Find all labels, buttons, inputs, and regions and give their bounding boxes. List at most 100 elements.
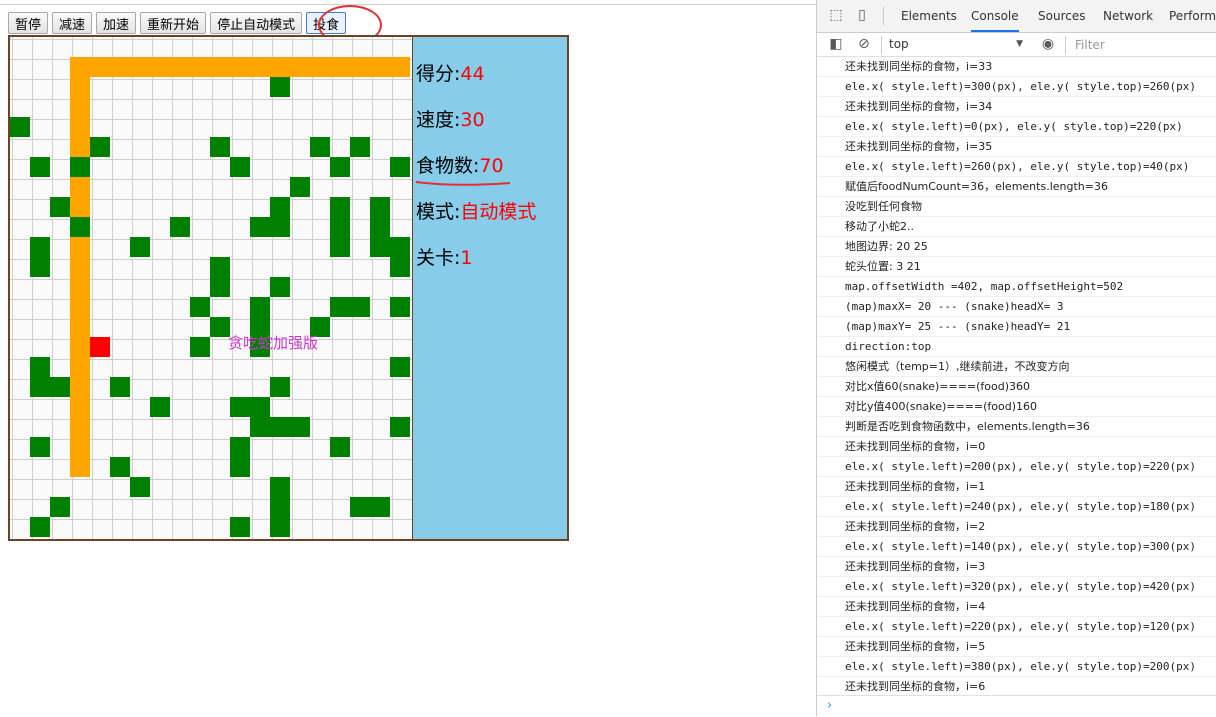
page-top-border — [0, 4, 816, 5]
feed-button[interactable]: 投食 — [306, 12, 347, 34]
food-count-value: 70 — [479, 155, 504, 177]
food-block — [50, 197, 70, 217]
food-block — [270, 197, 290, 217]
console-log-entry: ele.x( style.left)=200(px), ele.y( style… — [817, 457, 1216, 477]
snake-body-segment — [70, 337, 90, 357]
food-block — [250, 417, 270, 437]
console-log-entry: 还未找到同坐标的食物，i=35 — [817, 137, 1216, 157]
snake-body-segment — [150, 57, 170, 77]
console-log-entry: ele.x( style.left)=240(px), ele.y( style… — [817, 497, 1216, 517]
score-value: 44 — [460, 63, 485, 85]
food-block — [110, 457, 130, 477]
food-block — [130, 477, 150, 497]
console-log-entry: 地图边界: 20 25 — [817, 237, 1216, 257]
food-block — [250, 217, 270, 237]
snake-body-segment — [70, 237, 90, 257]
mode-stat: 模式:自动模式 — [416, 197, 536, 224]
clear-console-icon[interactable]: ⊘ — [855, 35, 873, 53]
food-block — [370, 497, 390, 517]
game-map: 贪吃蛇加强版 — [8, 35, 414, 541]
snake-body-segment — [270, 57, 290, 77]
snake-body-segment — [70, 297, 90, 317]
food-block — [50, 497, 70, 517]
sidebar-toggle-icon[interactable]: ◧ — [827, 35, 845, 53]
snake-body-segment — [70, 357, 90, 377]
prompt-chevron-icon: › — [827, 698, 833, 713]
food-block — [210, 277, 230, 297]
console-log-entry: 还未找到同坐标的食物，i=0 — [817, 437, 1216, 457]
console-log-entry: ele.x( style.left)=380(px), ele.y( style… — [817, 657, 1216, 677]
snake-body-segment — [190, 57, 210, 77]
snake-body-segment — [130, 57, 150, 77]
slow-down-button[interactable]: 减速 — [52, 12, 93, 34]
food-block — [350, 137, 370, 157]
level-value: 1 — [460, 247, 473, 269]
food-block — [270, 497, 290, 517]
food-count-underline-annotation — [415, 181, 511, 186]
mode-value: 自动模式 — [460, 201, 537, 223]
food-block — [230, 457, 250, 477]
device-toolbar-icon[interactable]: ▯ — [853, 6, 871, 24]
snake-body-segment — [70, 457, 90, 477]
food-block — [330, 237, 350, 257]
snake-body-segment — [70, 317, 90, 337]
tab-network[interactable]: Network — [1103, 0, 1153, 32]
food-count-label: 食物数: — [416, 155, 480, 177]
score-label: 得分: — [416, 63, 461, 85]
speed-stat: 速度:30 — [416, 105, 485, 132]
restart-button[interactable]: 重新开始 — [140, 12, 207, 34]
context-value: top — [889, 37, 909, 51]
speed-up-button[interactable]: 加速 — [96, 12, 137, 34]
devtools-tab-bar: ⬚ ▯ Elements Console Sources Network Per… — [817, 0, 1216, 33]
tab-performance[interactable]: Performa — [1169, 0, 1216, 32]
snake-body-segment — [70, 437, 90, 457]
console-log-entry: 还未找到同坐标的食物，i=5 — [817, 637, 1216, 657]
console-log-entry: 赋值后foodNumCount=36，elements.length=36 — [817, 177, 1216, 197]
devtools-panel: ⬚ ▯ Elements Console Sources Network Per… — [816, 0, 1216, 716]
food-block — [250, 297, 270, 317]
tab-console[interactable]: Console — [971, 0, 1019, 32]
food-block — [110, 377, 130, 397]
food-block — [10, 117, 30, 137]
food-block — [270, 217, 290, 237]
inspect-element-icon[interactable]: ⬚ — [827, 6, 845, 24]
console-filter-input[interactable] — [1073, 35, 1216, 55]
console-prompt[interactable]: › — [817, 695, 1216, 717]
food-block — [270, 377, 290, 397]
snake-body-segment — [70, 257, 90, 277]
food-block — [90, 137, 110, 157]
pause-button[interactable]: 暂停 — [8, 12, 49, 34]
console-log-entry: 还未找到同坐标的食物，i=6 — [817, 677, 1216, 695]
snake-body-segment — [210, 57, 230, 77]
stop-auto-mode-button[interactable]: 停止自动模式 — [210, 12, 303, 34]
tab-sources[interactable]: Sources — [1038, 0, 1085, 32]
toolbar-divider — [883, 7, 884, 25]
food-block — [30, 517, 50, 537]
level-label: 关卡: — [416, 247, 461, 269]
food-block — [70, 217, 90, 237]
snake-body-segment — [390, 57, 410, 77]
console-log-entry: 还未找到同坐标的食物，i=34 — [817, 97, 1216, 117]
console-log-entry: 移动了小蛇2.. — [817, 217, 1216, 237]
snake-body-segment — [70, 377, 90, 397]
console-log-entry: 没吃到任何食物 — [817, 197, 1216, 217]
food-block — [270, 277, 290, 297]
console-log-entry: 还未找到同坐标的食物，i=1 — [817, 477, 1216, 497]
food-block — [190, 337, 210, 357]
food-block — [330, 437, 350, 457]
snake-body-segment — [350, 57, 370, 77]
live-expression-eye-icon[interactable]: ◉ — [1039, 35, 1057, 53]
tab-elements[interactable]: Elements — [901, 0, 957, 32]
food-block — [390, 257, 410, 277]
game-title-watermark: 贪吃蛇加强版 — [228, 334, 319, 352]
console-log-entry: 还未找到同坐标的食物，i=2 — [817, 517, 1216, 537]
food-block — [50, 377, 70, 397]
food-block — [150, 397, 170, 417]
snake-body-segment — [230, 57, 250, 77]
console-log-entry: direction:top — [817, 337, 1216, 357]
console-log-entry: ele.x( style.left)=300(px), ele.y( style… — [817, 77, 1216, 97]
context-selector[interactable]: top ▼ — [889, 35, 1023, 53]
console-log-entry: (map)maxY= 25 --- (snake)headY= 21 — [817, 317, 1216, 337]
food-block — [350, 297, 370, 317]
food-block — [290, 417, 310, 437]
